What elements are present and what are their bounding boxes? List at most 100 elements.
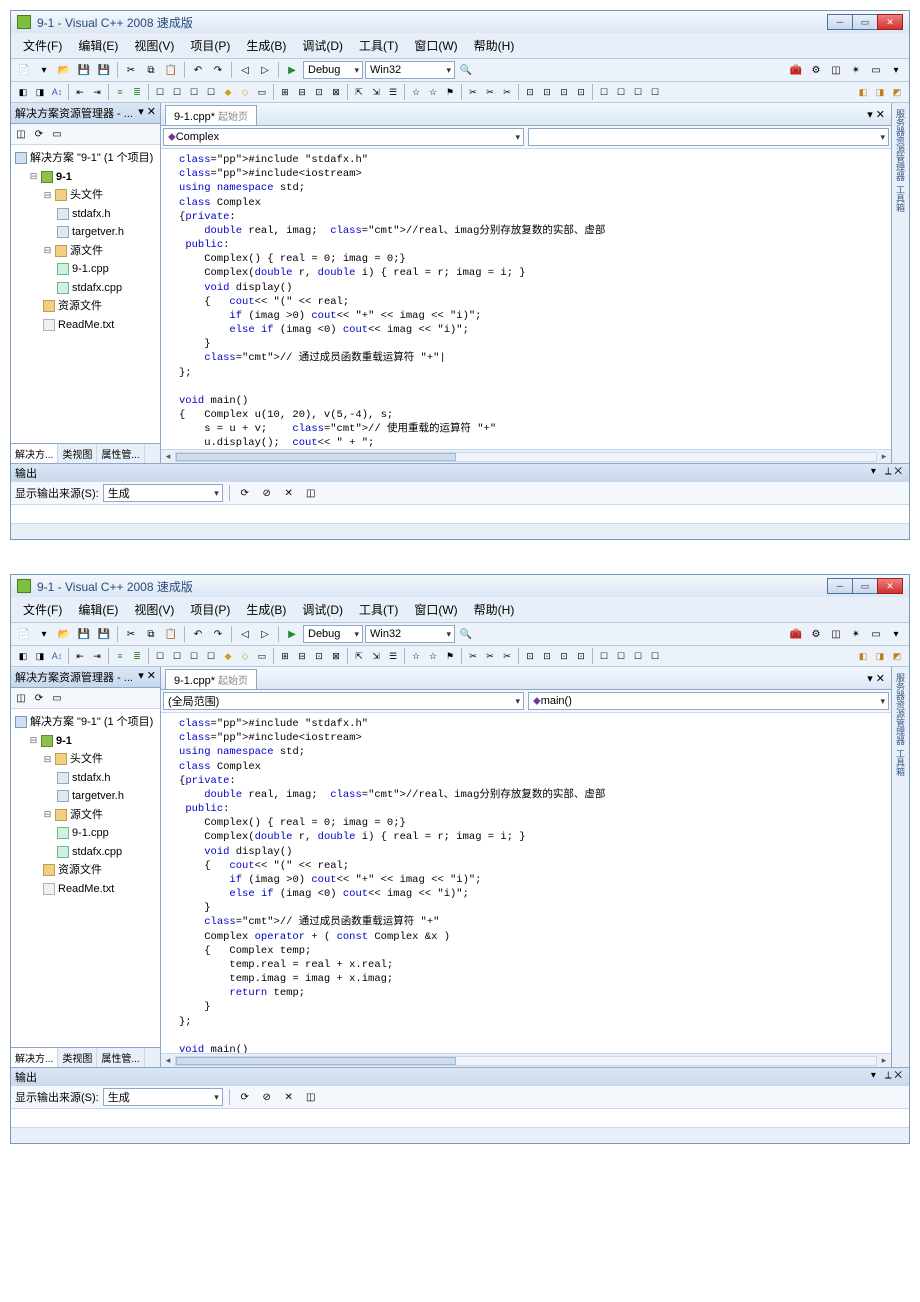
- code-editor[interactable]: class="pp">#include "stdafx.h" class="pp…: [161, 149, 891, 449]
- t2-icon[interactable]: ☆: [425, 648, 441, 664]
- t2-icon[interactable]: ✂: [482, 84, 498, 100]
- t2-icon[interactable]: ☐: [186, 648, 202, 664]
- output-close-icon[interactable]: ⟂ ✕: [882, 1070, 905, 1081]
- left-tab-solution[interactable]: 解决方...: [11, 1048, 58, 1067]
- t2-icon[interactable]: ✂: [465, 648, 481, 664]
- t2-icon[interactable]: ≡: [112, 84, 128, 100]
- menu-project[interactable]: 项目(P): [182, 599, 238, 620]
- pane-tool-icon[interactable]: ▭: [49, 690, 65, 706]
- t2-icon[interactable]: ☐: [203, 648, 219, 664]
- code-editor[interactable]: class="pp">#include "stdafx.h" class="pp…: [161, 713, 891, 1053]
- t2-icon[interactable]: ☰: [385, 648, 401, 664]
- output-pin-icon[interactable]: ▾: [868, 466, 879, 477]
- t2-icon[interactable]: ≣: [129, 648, 145, 664]
- t2-icon[interactable]: ⇥: [89, 648, 105, 664]
- solution-node[interactable]: 解决方案 "9-1" (1 个项目): [30, 150, 153, 167]
- open-icon[interactable]: 📂: [55, 625, 73, 643]
- output-tool-icon[interactable]: ⊘: [258, 1088, 276, 1106]
- t2-icon[interactable]: ✂: [499, 84, 515, 100]
- t2-icon[interactable]: ⇲: [368, 84, 384, 100]
- t2-icon[interactable]: ☐: [169, 84, 185, 100]
- t2-icon[interactable]: ⊡: [556, 84, 572, 100]
- t2-icon[interactable]: ☐: [613, 648, 629, 664]
- solution-node[interactable]: 解决方案 "9-1" (1 个项目): [30, 714, 153, 731]
- paste-icon[interactable]: 📋: [162, 625, 180, 643]
- undo-icon[interactable]: ↶: [189, 61, 207, 79]
- t2-icon[interactable]: ⚑: [442, 648, 458, 664]
- add-item-icon[interactable]: ▾: [35, 625, 53, 643]
- undo-icon[interactable]: ↶: [189, 625, 207, 643]
- t2-icon[interactable]: ⇱: [351, 648, 367, 664]
- tree-item[interactable]: stdafx.h: [72, 770, 111, 787]
- left-tab-classview[interactable]: 类视图: [58, 444, 97, 463]
- t2-icon[interactable]: ≣: [129, 84, 145, 100]
- project-node[interactable]: 9-1: [56, 733, 72, 750]
- copy-icon[interactable]: ⧉: [142, 625, 160, 643]
- t2-icon[interactable]: ☐: [596, 84, 612, 100]
- t2-icon[interactable]: ✂: [465, 84, 481, 100]
- props-icon[interactable]: ⚙: [807, 61, 825, 79]
- resources-folder[interactable]: 资源文件: [58, 862, 102, 879]
- t2-icon[interactable]: ✂: [499, 648, 515, 664]
- sources-folder[interactable]: 源文件: [70, 807, 103, 824]
- t2-icon[interactable]: ⊡: [311, 648, 327, 664]
- menu-help[interactable]: 帮助(H): [466, 599, 523, 620]
- right-tab-toolbox[interactable]: 工具箱: [894, 749, 907, 776]
- output-close-icon[interactable]: ⟂ ✕: [882, 466, 905, 477]
- props-icon[interactable]: ⚙: [807, 625, 825, 643]
- tree-item[interactable]: ReadMe.txt: [58, 317, 114, 334]
- redo-icon[interactable]: ↷: [209, 61, 227, 79]
- t2-icon[interactable]: ◧: [855, 648, 871, 664]
- t2-icon[interactable]: ▭: [254, 84, 270, 100]
- output-tool-icon[interactable]: ✕: [280, 484, 298, 502]
- t2-icon[interactable]: ⊡: [573, 84, 589, 100]
- menu-build[interactable]: 生成(B): [238, 35, 294, 56]
- left-tab-propmgr[interactable]: 属性管...: [97, 444, 144, 463]
- t2-icon[interactable]: ⊡: [556, 648, 572, 664]
- t2-icon[interactable]: A↕: [49, 648, 65, 664]
- maximize-button[interactable]: ▭: [852, 578, 878, 594]
- pane-tool-icon[interactable]: ◫: [13, 690, 29, 706]
- menu-view[interactable]: 视图(V): [126, 35, 182, 56]
- t2-icon[interactable]: ⊠: [328, 648, 344, 664]
- scope-combo-left[interactable]: (全局范围): [163, 692, 524, 710]
- obj-icon[interactable]: ◫: [827, 625, 845, 643]
- t2-icon[interactable]: ☐: [152, 84, 168, 100]
- left-tab-propmgr[interactable]: 属性管...: [97, 1048, 144, 1067]
- output-tool-icon[interactable]: ◫: [302, 484, 320, 502]
- menu-help[interactable]: 帮助(H): [466, 35, 523, 56]
- menu-window[interactable]: 窗口(W): [406, 35, 465, 56]
- new-project-icon[interactable]: 📄: [15, 61, 33, 79]
- t2-icon[interactable]: ☐: [613, 84, 629, 100]
- headers-folder[interactable]: 头文件: [70, 187, 103, 204]
- minimize-button[interactable]: ─: [827, 578, 853, 594]
- t2-icon[interactable]: ☐: [647, 84, 663, 100]
- copy-icon[interactable]: ⧉: [142, 61, 160, 79]
- t2-icon[interactable]: ◩: [889, 84, 905, 100]
- horizontal-scrollbar[interactable]: ◂▸: [161, 1053, 891, 1067]
- output-tool-icon[interactable]: ⟳: [236, 484, 254, 502]
- save-all-icon[interactable]: 💾: [95, 625, 113, 643]
- scope-combo-right[interactable]: ⬥ main(): [528, 692, 889, 710]
- pane-tool-icon[interactable]: ◫: [13, 126, 29, 142]
- t2-icon[interactable]: ☐: [169, 648, 185, 664]
- output-tool-icon[interactable]: ⟳: [236, 1088, 254, 1106]
- t2-icon[interactable]: ☆: [408, 84, 424, 100]
- t2-icon[interactable]: ◨: [872, 648, 888, 664]
- left-tab-classview[interactable]: 类视图: [58, 1048, 97, 1067]
- t2-icon[interactable]: ⚑: [442, 84, 458, 100]
- close-button[interactable]: ✕: [877, 578, 903, 594]
- scope-combo-right[interactable]: [528, 128, 889, 146]
- t2-icon[interactable]: ▭: [254, 648, 270, 664]
- redo-icon[interactable]: ↷: [209, 625, 227, 643]
- start-debug-icon[interactable]: ▶: [283, 61, 301, 79]
- output-tool-icon[interactable]: ✕: [280, 1088, 298, 1106]
- cmd-icon[interactable]: ▭: [867, 61, 885, 79]
- output-tool-icon[interactable]: ⊘: [258, 484, 276, 502]
- t2-icon[interactable]: ⊠: [328, 84, 344, 100]
- t2-icon[interactable]: ⊞: [277, 648, 293, 664]
- t2-icon[interactable]: ⇱: [351, 84, 367, 100]
- find-icon[interactable]: 🔍: [457, 61, 475, 79]
- right-tab-toolbox[interactable]: 工具箱: [894, 185, 907, 212]
- t2-icon[interactable]: ◧: [15, 84, 31, 100]
